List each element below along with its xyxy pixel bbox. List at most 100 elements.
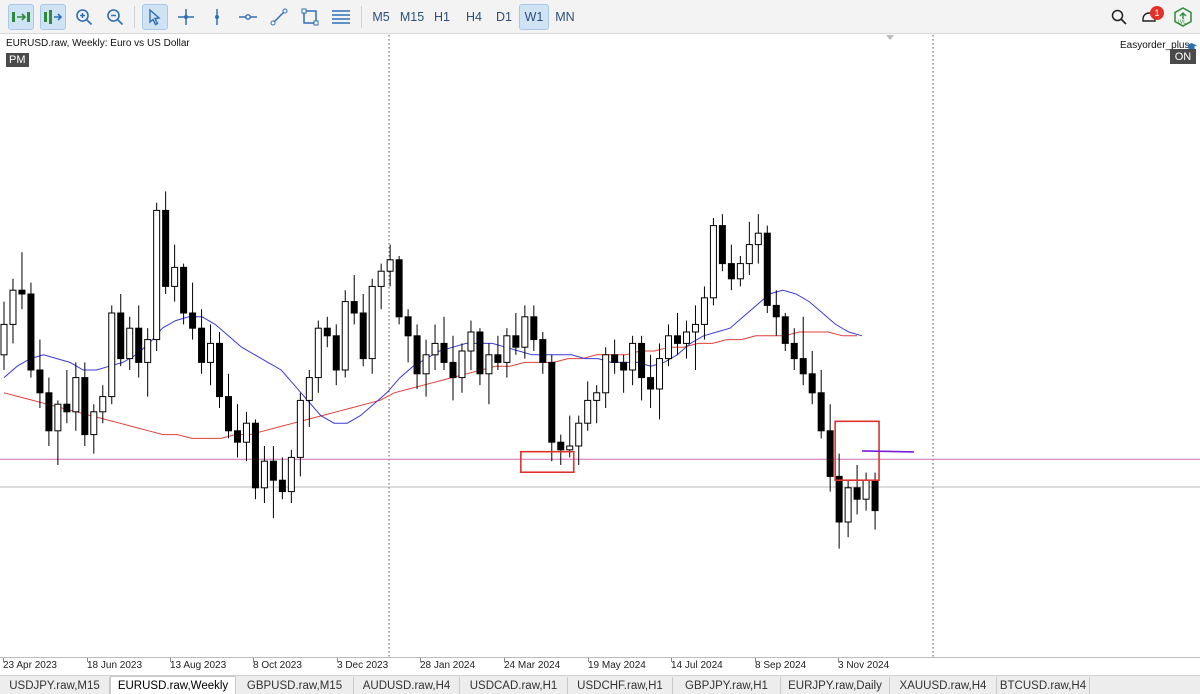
- bullish-candle: [108, 312, 116, 398]
- bullish-candle: [467, 331, 475, 352]
- fibonacci-icon[interactable]: [328, 4, 354, 30]
- time-axis-label: 28 Jan 2024: [420, 660, 476, 671]
- zoom-out-icon[interactable]: [102, 4, 128, 30]
- bullish-candle: [503, 335, 511, 363]
- vertical-line-icon[interactable]: [204, 4, 230, 30]
- bearish-candle: [45, 392, 53, 432]
- bullish-candle: [629, 342, 637, 371]
- autoscroll-icon[interactable]: [8, 4, 34, 30]
- timeframe-h4[interactable]: H4: [459, 4, 489, 30]
- cursor-icon[interactable]: [142, 4, 168, 30]
- bullish-candle: [242, 422, 250, 443]
- chart-tab[interactable]: XAUUSD.raw,H4: [890, 677, 997, 694]
- time-axis-label: 18 Jun 2023: [87, 660, 143, 671]
- bullish-candle: [9, 289, 17, 325]
- bearish-candle: [332, 335, 340, 371]
- bearish-candle: [27, 293, 35, 371]
- bullish-candle: [341, 301, 349, 371]
- main-toolbar: M5 M15 H1 H4 D1 W1 MN 1 LVL: [0, 0, 1200, 34]
- bullish-candle: [691, 323, 699, 333]
- timeframe-m15[interactable]: M15: [396, 4, 428, 30]
- crosshair-icon[interactable]: [173, 4, 199, 30]
- bullish-candle: [665, 335, 673, 360]
- timeframe-mn[interactable]: MN: [550, 4, 580, 30]
- chart-shift-icon[interactable]: [40, 4, 66, 30]
- time-axis-label: 23 Apr 2023: [3, 660, 57, 671]
- chart-tab[interactable]: USDCHF.raw,H1: [568, 677, 673, 694]
- bullish-candle: [144, 339, 152, 363]
- time-axis-label: 13 Aug 2023: [170, 660, 227, 671]
- bullish-candle: [521, 316, 529, 348]
- chart-tab[interactable]: GBPJPY.raw,H1: [673, 677, 781, 694]
- svg-text:LVL: LVL: [1178, 20, 1187, 26]
- ea-status-badge[interactable]: ON: [1170, 49, 1196, 64]
- chart-tab[interactable]: USDJPY.raw,M15: [0, 677, 110, 694]
- time-axis-label: 24 Mar 2024: [504, 660, 561, 671]
- bearish-candle: [359, 312, 367, 360]
- time-axis-label: 8 Sep 2024: [755, 660, 807, 671]
- bullish-candle: [844, 487, 852, 523]
- chart-tab[interactable]: EURUSD.raw,Weekly: [110, 676, 236, 694]
- chart-tab[interactable]: EURJPY.raw,Daily: [781, 677, 890, 694]
- bearish-candle: [395, 259, 403, 318]
- bullish-candle: [862, 479, 870, 500]
- bearish-candle: [871, 479, 879, 512]
- chart-area[interactable]: [0, 35, 1200, 657]
- chart-tab[interactable]: GBPUSD.raw,M15: [236, 677, 354, 694]
- bullish-candle: [153, 209, 161, 341]
- rectangle-icon[interactable]: [297, 4, 323, 30]
- trendline-icon[interactable]: [266, 4, 292, 30]
- bearish-candle: [826, 430, 834, 477]
- bearish-candle: [440, 342, 448, 363]
- bearish-candle: [835, 475, 843, 523]
- bullish-candle: [260, 460, 268, 489]
- bullish-candle: [575, 422, 583, 447]
- bullish-candle: [368, 285, 376, 360]
- bearish-candle: [278, 479, 286, 493]
- bearish-candle: [539, 339, 547, 363]
- chart-tab[interactable]: AUDUSD.raw,H4: [354, 677, 460, 694]
- zoom-in-icon[interactable]: [71, 4, 97, 30]
- chart-shift-marker: [886, 35, 894, 40]
- bullish-candle: [682, 331, 690, 344]
- bearish-candle: [674, 335, 681, 344]
- bearish-candle: [799, 358, 807, 375]
- bearish-candle: [404, 316, 412, 337]
- level-indicator-icon[interactable]: LVL: [1170, 4, 1196, 30]
- bearish-candle: [216, 342, 224, 398]
- bullish-candle: [171, 266, 179, 287]
- bearish-candle: [620, 361, 628, 371]
- chart-tab[interactable]: BTCUSD.raw,H4: [997, 677, 1090, 694]
- bearish-candle: [611, 354, 619, 363]
- time-axis-label: 14 Jul 2024: [671, 660, 723, 671]
- chart-tabs: USDJPY.raw,M15 EURUSD.raw,Weekly GBPUSD.ra…: [0, 675, 1200, 694]
- timeframe-h1[interactable]: H1: [428, 4, 456, 30]
- bullish-candle: [584, 399, 592, 424]
- bearish-candle: [476, 331, 484, 375]
- search-icon[interactable]: [1106, 4, 1132, 30]
- timeframe-w1[interactable]: W1: [519, 4, 549, 30]
- horizontal-line-icon[interactable]: [235, 4, 261, 30]
- toolbar-separator: [134, 6, 135, 28]
- bearish-candle: [557, 441, 565, 451]
- bullish-candle: [431, 342, 439, 356]
- notification-count-badge: 1: [1150, 6, 1164, 20]
- bearish-candle: [198, 327, 206, 363]
- bearish-candle: [350, 301, 358, 314]
- bearish-candle: [117, 312, 125, 360]
- drawn-segment-line: [861, 450, 915, 453]
- price-chart[interactable]: [0, 35, 1200, 657]
- bearish-candle: [135, 327, 143, 363]
- bearish-candle: [251, 422, 259, 489]
- bullish-candle: [566, 445, 574, 451]
- bearish-candle: [323, 327, 331, 337]
- bearish-candle: [530, 316, 538, 341]
- timeframe-m5[interactable]: M5: [366, 4, 396, 30]
- bullish-candle: [126, 327, 134, 360]
- bullish-candle: [207, 342, 215, 363]
- bearish-candle: [269, 460, 277, 481]
- timeframe-d1[interactable]: D1: [489, 4, 519, 30]
- toolbar-separator: [361, 6, 362, 28]
- chart-tab[interactable]: USDCAD.raw,H1: [460, 677, 568, 694]
- bullish-candle: [422, 354, 430, 375]
